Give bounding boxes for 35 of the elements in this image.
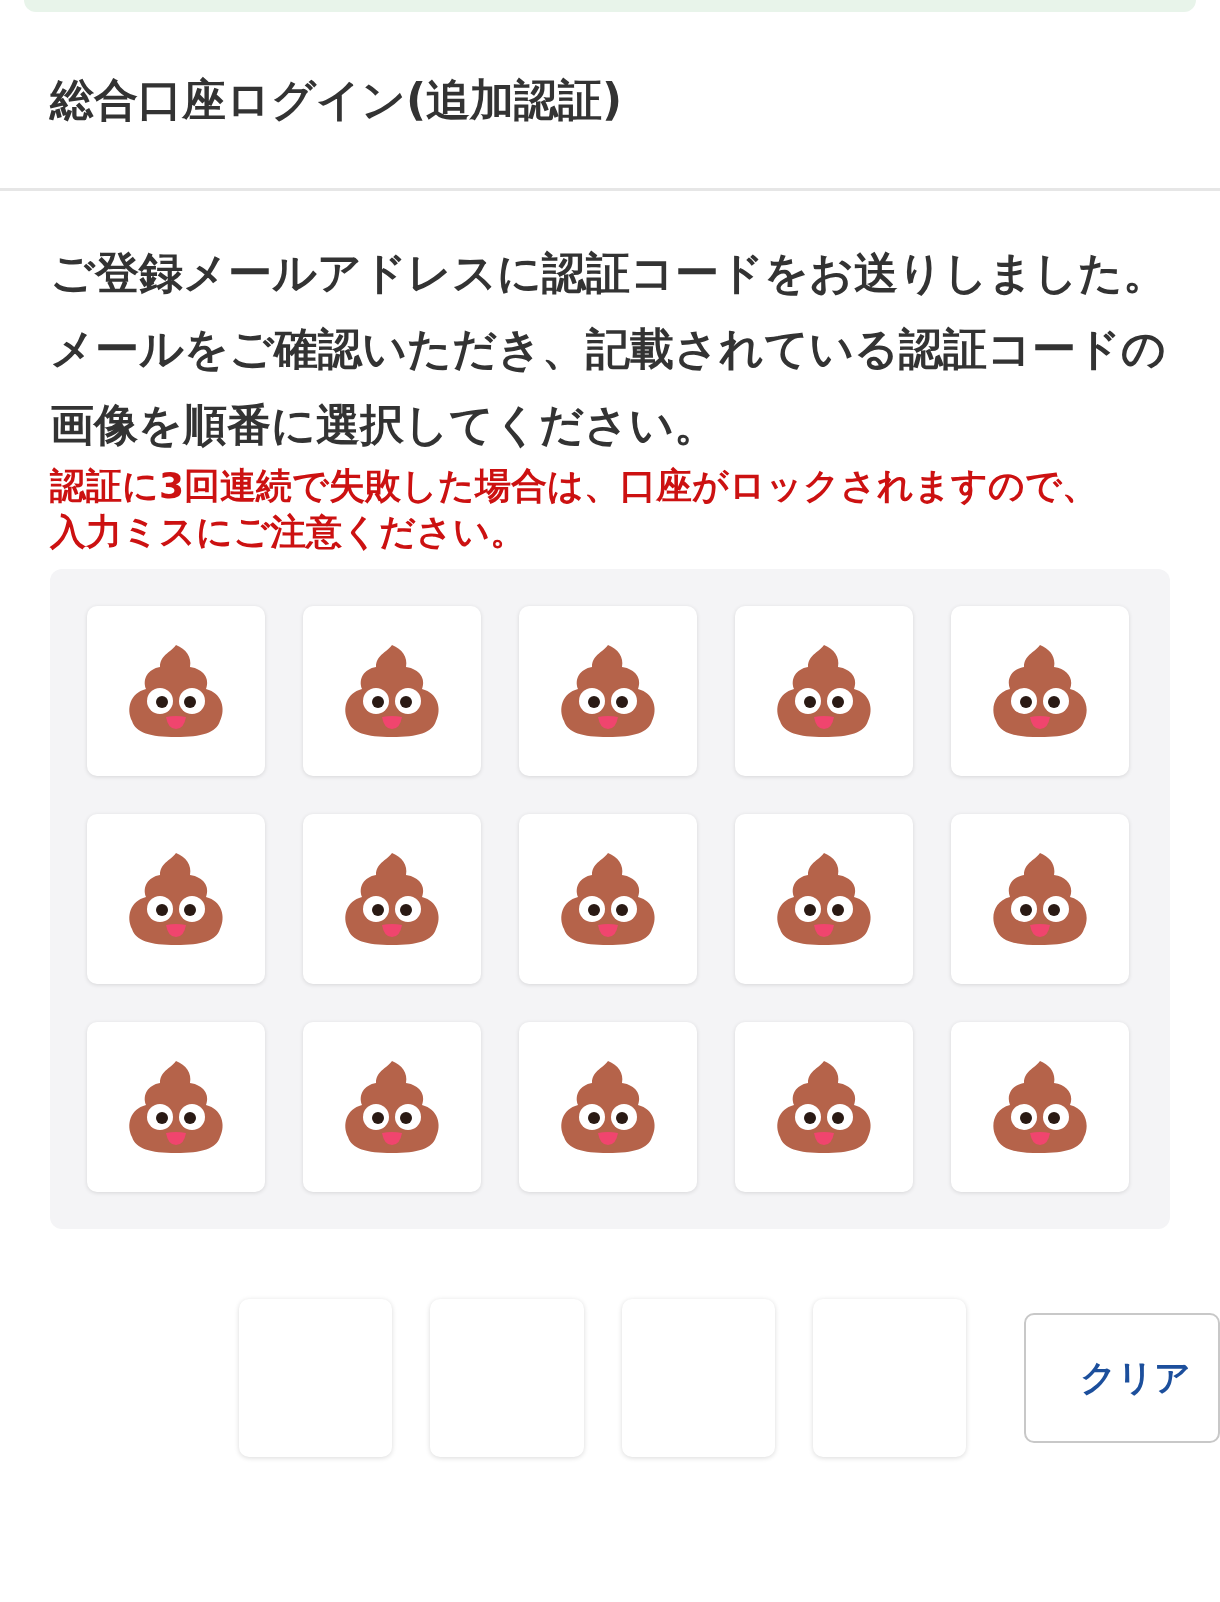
image-tile[interactable] <box>735 606 913 776</box>
instruction-text: メールをご確認いただき、記載されている認証コードの画像を順番に選択してください。 <box>50 322 1167 452</box>
poop-emoji-icon <box>126 643 226 739</box>
image-tile[interactable] <box>519 814 697 984</box>
image-tile[interactable] <box>951 1022 1129 1192</box>
poop-emoji-icon <box>558 851 658 947</box>
image-tile[interactable] <box>951 814 1129 984</box>
poop-emoji-icon <box>558 1059 658 1155</box>
image-tile[interactable] <box>951 606 1129 776</box>
poop-emoji-icon <box>126 1059 226 1155</box>
image-tile[interactable] <box>303 1022 481 1192</box>
image-tile[interactable] <box>735 814 913 984</box>
image-tile[interactable] <box>519 1022 697 1192</box>
poop-emoji-icon <box>126 851 226 947</box>
poop-emoji-icon <box>990 851 1090 947</box>
poop-emoji-icon <box>774 851 874 947</box>
poop-emoji-icon <box>342 643 442 739</box>
clear-button[interactable]: クリア <box>1024 1313 1220 1443</box>
image-tile[interactable] <box>87 606 265 776</box>
poop-emoji-icon <box>990 1059 1090 1155</box>
image-tile[interactable] <box>87 814 265 984</box>
poop-emoji-icon <box>558 643 658 739</box>
poop-emoji-icon <box>774 1059 874 1155</box>
image-tile[interactable] <box>735 1022 913 1192</box>
image-tile[interactable] <box>303 814 481 984</box>
instruction-text: ご登録メールアドレスに認証コードをお送りしました。 <box>50 246 1168 300</box>
image-tile[interactable] <box>519 606 697 776</box>
image-tile[interactable] <box>303 606 481 776</box>
poop-emoji-icon <box>342 1059 442 1155</box>
image-tile[interactable] <box>87 1022 265 1192</box>
warning-text: 認証に3回連続で失敗した場合は、口座がロックされますので、入力ミスにご注意ください。 <box>50 464 1100 554</box>
poop-emoji-icon <box>342 851 442 947</box>
poop-emoji-icon <box>990 643 1090 739</box>
poop-emoji-icon <box>774 643 874 739</box>
page-title: 総合口座ログイン(追加認証) <box>50 72 623 127</box>
